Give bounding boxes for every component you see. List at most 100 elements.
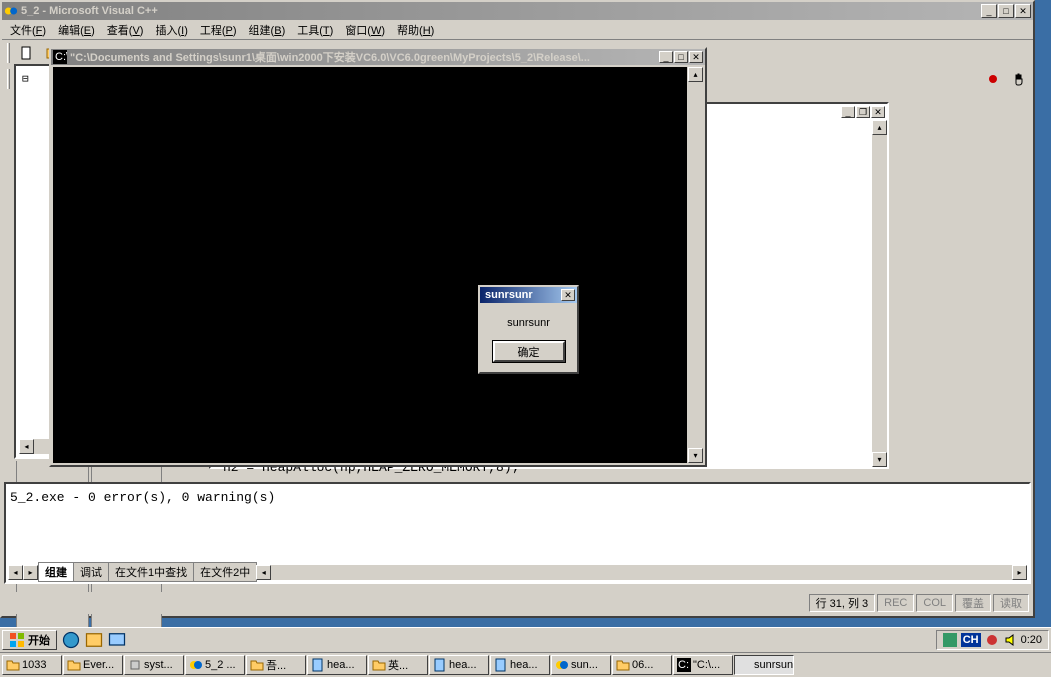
scroll-right-icon[interactable]: ▸ [1012, 565, 1027, 580]
indicator-rec: REC [877, 594, 914, 612]
new-file-icon[interactable] [16, 42, 38, 64]
minimize-button[interactable]: _ [981, 4, 997, 18]
msgbox-text: sunrsunr [488, 317, 569, 329]
status-bar: 行 31, 列 3 REC COL 覆盖 读取 [4, 592, 1031, 614]
tab-debug[interactable]: 调试 [73, 562, 109, 582]
msgbox-title-bar[interactable]: sunrsunr ✕ [480, 287, 577, 303]
scroll-up-icon[interactable]: ▴ [872, 120, 887, 135]
menu-e[interactable]: 编辑(E) [52, 20, 101, 40]
console-scrollbar[interactable]: ▴ ▾ [688, 67, 703, 463]
maximize-button[interactable]: □ [998, 4, 1014, 18]
task-icon [372, 658, 386, 672]
menu-f[interactable]: 文件(F) [4, 20, 52, 40]
menu-t[interactable]: 工具(T) [291, 20, 339, 40]
menu-i[interactable]: 插入(I) [149, 20, 193, 40]
mdi-restore-button[interactable]: ❐ [856, 106, 870, 118]
svg-text:C:: C: [678, 659, 689, 671]
task-button[interactable]: C:"C:\... [673, 655, 733, 675]
tray-icon[interactable] [985, 633, 999, 647]
taskbar: 开始 CH 0:20 1033Ever...syst...5_2 ...吾...… [0, 627, 1051, 677]
desktop-icon[interactable] [107, 630, 127, 650]
app-icon [4, 4, 18, 18]
task-icon: C: [677, 658, 691, 672]
quick-launch [61, 630, 127, 650]
mdi-minimize-button[interactable]: _ [841, 106, 855, 118]
scrollbar-v[interactable]: ▴ ▾ [872, 120, 887, 467]
close-button[interactable]: ✕ [1015, 4, 1031, 18]
ime-indicator[interactable]: CH [961, 633, 981, 647]
console-maximize-button[interactable]: □ [674, 51, 688, 63]
tab-find1[interactable]: 在文件1中查找 [108, 562, 194, 582]
tab-scroll-right-icon[interactable]: ▸ [23, 565, 38, 580]
tab-find2[interactable]: 在文件2中 [193, 562, 257, 582]
task-button[interactable]: 1033 [2, 655, 62, 675]
indicator-read: 读取 [993, 594, 1029, 612]
volume-icon[interactable] [1003, 633, 1017, 647]
output-pane: 5_2.exe - 0 error(s), 0 warning(s) ◂ ▸ 组… [4, 482, 1031, 584]
task-button[interactable]: 06... [612, 655, 672, 675]
build-output[interactable]: 5_2.exe - 0 error(s), 0 warning(s) [6, 484, 1029, 511]
task-buttons: 1033Ever...syst...5_2 ...吾...hea...英...h… [0, 652, 1051, 676]
mdi-close-button[interactable]: ✕ [871, 106, 885, 118]
task-button[interactable]: sun... [551, 655, 611, 675]
scroll-up-icon[interactable]: ▴ [688, 67, 703, 82]
scroll-down-icon[interactable]: ▾ [688, 448, 703, 463]
task-icon [433, 658, 447, 672]
task-icon [616, 658, 630, 672]
console-minimize-button[interactable]: _ [659, 51, 673, 63]
task-icon [250, 658, 264, 672]
menu-p[interactable]: 工程(P) [194, 20, 243, 40]
tab-scroll-left-icon[interactable]: ◂ [8, 565, 23, 580]
scroll-left-icon[interactable]: ◂ [256, 565, 271, 580]
hand-icon[interactable] [1008, 68, 1030, 90]
task-button[interactable]: hea... [307, 655, 367, 675]
menu-v[interactable]: 查看(V) [101, 20, 150, 40]
console-window: C:\ "C:\Documents and Settings\sunr1\桌面\… [49, 47, 707, 467]
tray-icon[interactable] [943, 633, 957, 647]
task-button[interactable]: sunrsunr [734, 655, 794, 675]
indicator-ovr: 覆盖 [955, 594, 991, 612]
start-button[interactable]: 开始 [2, 630, 57, 650]
msgbox-close-button[interactable]: ✕ [561, 289, 575, 301]
msgbox-title: sunrsunr [482, 289, 561, 301]
task-icon [6, 658, 20, 672]
menu-h[interactable]: 帮助(H) [391, 20, 440, 40]
message-box: sunrsunr ✕ sunrsunr 确定 [478, 285, 579, 374]
console-title-text: "C:\Documents and Settings\sunr1\桌面\win2… [70, 49, 659, 65]
task-button[interactable]: 吾... [246, 655, 306, 675]
title-text: 5_2 - Microsoft Visual C++ [21, 5, 981, 17]
task-button[interactable]: 5_2 ... [185, 655, 245, 675]
console-close-button[interactable]: ✕ [689, 51, 703, 63]
menu-b[interactable]: 组建(B) [243, 20, 292, 40]
task-icon [738, 658, 752, 672]
clock[interactable]: 0:20 [1021, 634, 1042, 646]
cursor-position: 行 31, 列 3 [809, 594, 876, 612]
tab-build[interactable]: 组建 [38, 562, 74, 582]
cmd-icon: C:\ [53, 50, 67, 64]
console-body[interactable] [53, 67, 687, 463]
menu-bar: 文件(F)编辑(E)查看(V)插入(I)工程(P)组建(B)工具(T)窗口(W)… [2, 20, 1033, 40]
task-button[interactable]: hea... [490, 655, 550, 675]
task-icon [311, 658, 325, 672]
task-icon [189, 658, 203, 672]
svg-text:C:\: C:\ [55, 51, 67, 63]
ok-button[interactable]: 确定 [493, 341, 565, 362]
scroll-left-icon[interactable]: ◂ [19, 439, 34, 454]
outlook-icon[interactable] [84, 630, 104, 650]
indicator-col: COL [916, 594, 953, 612]
toolbar-handle[interactable] [7, 69, 10, 89]
task-icon [494, 658, 508, 672]
task-icon [67, 658, 81, 672]
ie-icon[interactable] [61, 630, 81, 650]
task-button[interactable]: syst... [124, 655, 184, 675]
title-bar[interactable]: 5_2 - Microsoft Visual C++ _ □ ✕ [2, 2, 1033, 20]
breakpoint-icon[interactable] [982, 68, 1004, 90]
menu-w[interactable]: 窗口(W) [339, 20, 391, 40]
windows-logo-icon [9, 632, 25, 648]
console-title-bar[interactable]: C:\ "C:\Documents and Settings\sunr1\桌面\… [51, 49, 705, 65]
task-button[interactable]: Ever... [63, 655, 123, 675]
task-icon [555, 658, 569, 672]
toolbar-handle[interactable] [7, 43, 10, 63]
task-button[interactable]: 英... [368, 655, 428, 675]
task-button[interactable]: hea... [429, 655, 489, 675]
